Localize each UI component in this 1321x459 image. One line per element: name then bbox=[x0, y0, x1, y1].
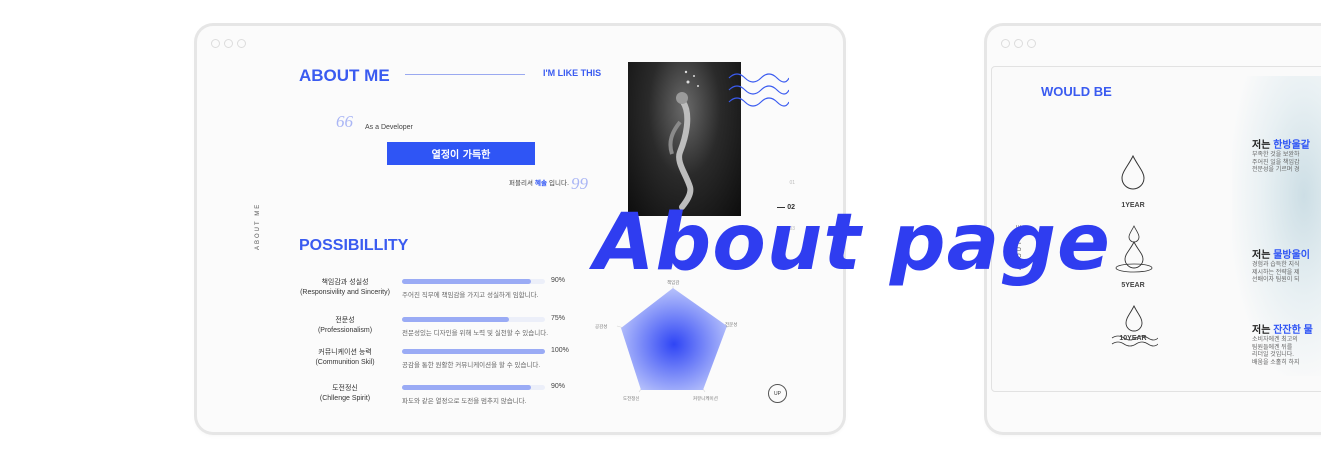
possibility-title: POSSIBILLITY bbox=[299, 237, 409, 254]
year-10: 10YEAR bbox=[1119, 335, 1147, 342]
skill-name: 도전정신 bbox=[332, 385, 358, 392]
radar-chart: 책임감 전문성 커뮤니케이션 도전정신 공감성 bbox=[595, 279, 737, 402]
skill-bar-track bbox=[402, 385, 545, 390]
would-be-entry-title: 저는 물방울이 bbox=[1252, 246, 1310, 261]
skill-label: 도전정신 (Chllenge Spirit) bbox=[290, 384, 400, 404]
would-be-entry-line: 선배이자 팀원이 되 bbox=[1252, 277, 1300, 283]
side-label: ABOUT ME bbox=[255, 202, 261, 250]
would-be-entry-title: 저는 잔잔한 물 bbox=[1252, 321, 1313, 336]
would-be-entry-title: 저는 한방울같 bbox=[1252, 136, 1310, 151]
skill-percent: 100% bbox=[551, 347, 569, 354]
wave-decoration bbox=[728, 73, 789, 107]
would-be-entry-line: 경험과 습득한 지식 bbox=[1252, 262, 1300, 268]
would-be-entry-line: 소비자에겐 최고의 bbox=[1252, 337, 1298, 343]
publisher-suffix: 입니다. bbox=[549, 179, 570, 187]
publisher-prefix: 퍼블리셔 bbox=[509, 179, 533, 187]
would-be-entry-line: 주어진 일을 책임감 bbox=[1252, 159, 1300, 166]
single-drop-icon bbox=[1121, 154, 1145, 190]
skill-percent: 90% bbox=[551, 277, 566, 284]
would-be-entry-line: 부족한 것을 보완하 bbox=[1252, 152, 1300, 158]
skill-name: 커뮤니케이션 능력 bbox=[318, 349, 372, 356]
as-developer-text: As a Developer bbox=[365, 124, 413, 131]
skill-bar-fill bbox=[402, 279, 531, 284]
entry-highlight: 잔잔한 물 bbox=[1273, 325, 1313, 336]
radar-label-right: 전문성 bbox=[725, 321, 737, 327]
skill-label: 책임감과 성실성 (Responsivility and Sincerity) bbox=[290, 278, 400, 298]
would-be-entry-line: 팀원들에겐 뒤를 bbox=[1252, 344, 1293, 351]
skill-english-name: (Professionalism) bbox=[317, 327, 373, 334]
quote-close-icon: 99 bbox=[571, 174, 588, 193]
skill-name: 전문성 bbox=[335, 317, 355, 324]
skill-percent: 75% bbox=[551, 315, 566, 322]
skill-bar-track bbox=[402, 317, 545, 322]
skill-english-name: (Communition Skil) bbox=[315, 359, 375, 366]
skill-english-name: (Chllenge Spirit) bbox=[319, 395, 371, 402]
year-5: 5YEAR bbox=[1121, 282, 1145, 289]
skill-label: 전문성 (Professionalism) bbox=[290, 316, 400, 336]
skill-english-name: (Responsivility and Sincerity) bbox=[300, 289, 390, 296]
like-this-label: I'M LIKE THIS bbox=[543, 68, 602, 78]
skill-description: 파도와 같은 열정으로 도전을 멈추지 않습니다. bbox=[402, 398, 527, 405]
skill-description: 전문성있는 디자인을 위해 노력 및 실천할 수 있습니다. bbox=[402, 330, 549, 337]
skill-name: 책임감과 성실성 bbox=[321, 279, 369, 286]
publisher-name: 혜솔 bbox=[535, 179, 547, 187]
drop-ripple-icon bbox=[1115, 225, 1153, 273]
passion-button[interactable]: 열정이 가득한 bbox=[387, 142, 535, 165]
would-be-entry-line: 배움을 소홀히 하지 bbox=[1252, 359, 1300, 366]
title-divider bbox=[405, 74, 525, 75]
year-1: 1YEAR bbox=[1121, 202, 1145, 209]
quote-open-icon: 66 bbox=[336, 112, 353, 131]
entry-highlight: 한방울같 bbox=[1273, 140, 1310, 151]
skill-percent: 90% bbox=[551, 383, 566, 390]
would-be-title: WOULD BE bbox=[1041, 84, 1112, 99]
publisher-line: 퍼블리셔 혜솔 입니다. bbox=[509, 177, 569, 187]
skill-bar-track bbox=[402, 279, 545, 284]
radar-shape bbox=[621, 288, 727, 390]
window-controls bbox=[211, 39, 246, 48]
would-be-entry-line: 전문성을 기르며 경 bbox=[1252, 167, 1300, 173]
would-be-entry-line: 제시하는 전략을 제 bbox=[1252, 269, 1300, 276]
window-controls-right bbox=[1001, 39, 1036, 48]
radar-label-left: 공감성 bbox=[595, 323, 607, 329]
entry-prefix: 저는 bbox=[1252, 140, 1274, 151]
skill-description: 주어진 직무에 책임감을 가지고 성실하게 임합니다. bbox=[402, 292, 539, 299]
skill-bar-fill bbox=[402, 385, 531, 390]
entry-prefix: 저는 bbox=[1252, 250, 1274, 261]
entry-prefix: 저는 bbox=[1252, 325, 1274, 336]
skill-bar-fill bbox=[402, 349, 545, 354]
about-me-title: ABOUT ME bbox=[299, 66, 390, 85]
would-be-entry-line: 리더일 것입니다. bbox=[1252, 352, 1294, 358]
skill-bar-fill bbox=[402, 317, 510, 322]
passion-button-label: 열정이 가득한 bbox=[431, 150, 491, 161]
skill-bar-track bbox=[402, 349, 545, 354]
skill-label: 커뮤니케이션 능력 (Communition Skil) bbox=[290, 348, 400, 368]
underwater-photo bbox=[628, 62, 741, 216]
entry-highlight: 물방울이 bbox=[1273, 250, 1310, 261]
radar-label-bottom-left: 도전정신 bbox=[623, 395, 640, 401]
radar-label-bottom-right: 커뮤니케이션 bbox=[693, 395, 718, 402]
up-button-label: UP bbox=[774, 390, 781, 397]
drop-wave-icon bbox=[1111, 304, 1158, 347]
up-button[interactable]: UP bbox=[768, 384, 787, 403]
diver-silhouette bbox=[668, 70, 699, 210]
skill-description: 공감을 통한 원활한 커뮤니케이션을 할 수 있습니다. bbox=[402, 362, 541, 369]
about-page-overlay-title: About page bbox=[594, 198, 1111, 288]
